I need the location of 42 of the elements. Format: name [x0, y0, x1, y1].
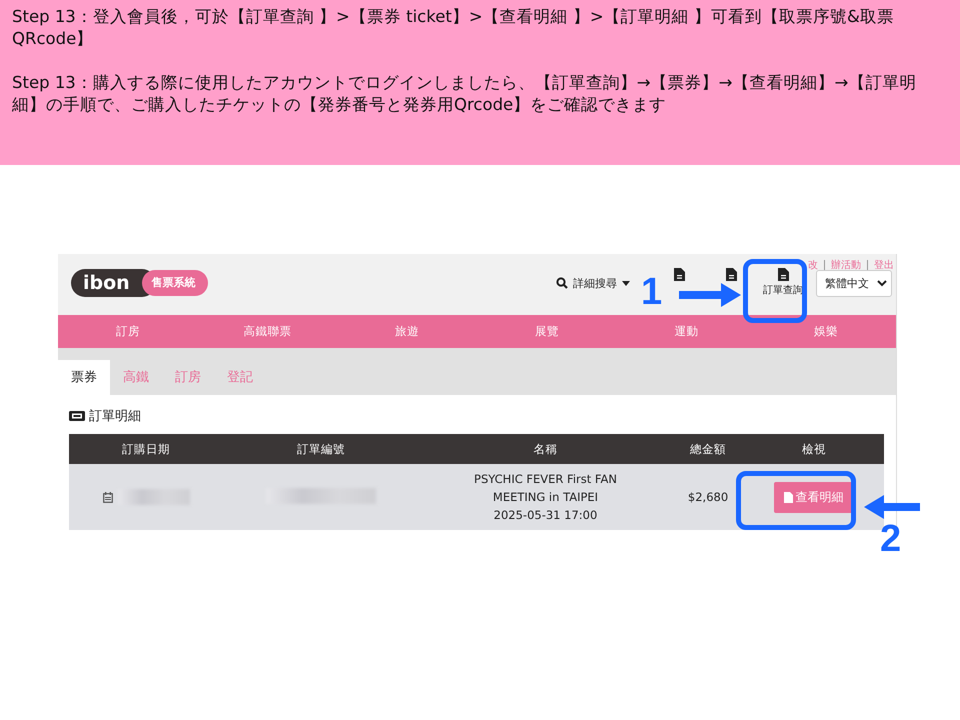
tab[interactable]: 訂房 — [162, 360, 214, 395]
section-title: 訂單明細 — [89, 408, 141, 425]
document-icon — [784, 492, 794, 502]
arrow-icon — [864, 495, 920, 519]
step-number: 2 — [880, 520, 902, 558]
caret-icon — [622, 280, 630, 286]
tab[interactable]: 高鐵 — [110, 360, 162, 395]
instruction-text: Step 13：登入會員後，可於【訂單查詢 】>【票券 ticket】>【查看明細 】>【訂單明細 】可看到【取票序號&取票QRcode】 — [12, 6, 895, 50]
table-cell: $2,680 — [688, 490, 728, 504]
search-menu[interactable]: 詳細搜尋 — [556, 276, 630, 290]
document-icon — [778, 268, 788, 281]
calendar-icon — [102, 492, 113, 502]
header-link[interactable]: 改 — [808, 258, 818, 272]
column-header: 檢視 — [744, 434, 884, 464]
nav-link[interactable]: 展覽 — [477, 315, 617, 348]
nav-link[interactable]: 運動 — [616, 315, 756, 348]
nav-link[interactable]: 旅遊 — [337, 315, 478, 348]
event-name: PSYCHIC FEVER First FAN — [474, 471, 617, 488]
tab[interactable]: 票券 — [58, 360, 110, 395]
column-header: 名稱 — [418, 434, 672, 464]
document-icon[interactable] — [726, 268, 736, 281]
column-header: 訂單編號 — [223, 434, 419, 464]
instruction-text: Step 13：購入する際に使用したアカウントでログインしましたら、【訂單查詢】→【票券】→【查看明細】→【訂單明細】の手順で、ご購入したチケットの【発券番号と発券用Qrcode】をご確認できます — [12, 72, 918, 116]
arrow-icon — [679, 283, 741, 307]
search-icon — [556, 277, 568, 289]
nav-link[interactable]: 娛樂 — [756, 315, 896, 348]
column-header: 訂購日期 — [69, 434, 224, 464]
column-header: 總金額 — [672, 434, 744, 464]
nav-link[interactable]: 訂房 — [58, 315, 198, 348]
ticket-icon — [69, 411, 85, 421]
chevron-icon — [877, 280, 887, 286]
header-link[interactable]: 辦活動 — [831, 258, 861, 272]
document-icon[interactable] — [674, 268, 684, 281]
event-name: 2025-05-31 17:00 — [494, 507, 598, 524]
view-details-button[interactable]: 查看明細 — [774, 482, 854, 512]
nav-link[interactable]: 高鐵聯票 — [198, 315, 338, 348]
event-name: MEETING in TAIPEI — [492, 489, 598, 506]
tab[interactable]: 登記 — [214, 360, 266, 395]
highlight-frame — [743, 259, 807, 323]
language-select[interactable]: 繁體中文 — [816, 270, 892, 296]
step-number: 1 — [641, 273, 662, 311]
header-link[interactable]: 登出 — [874, 258, 894, 272]
